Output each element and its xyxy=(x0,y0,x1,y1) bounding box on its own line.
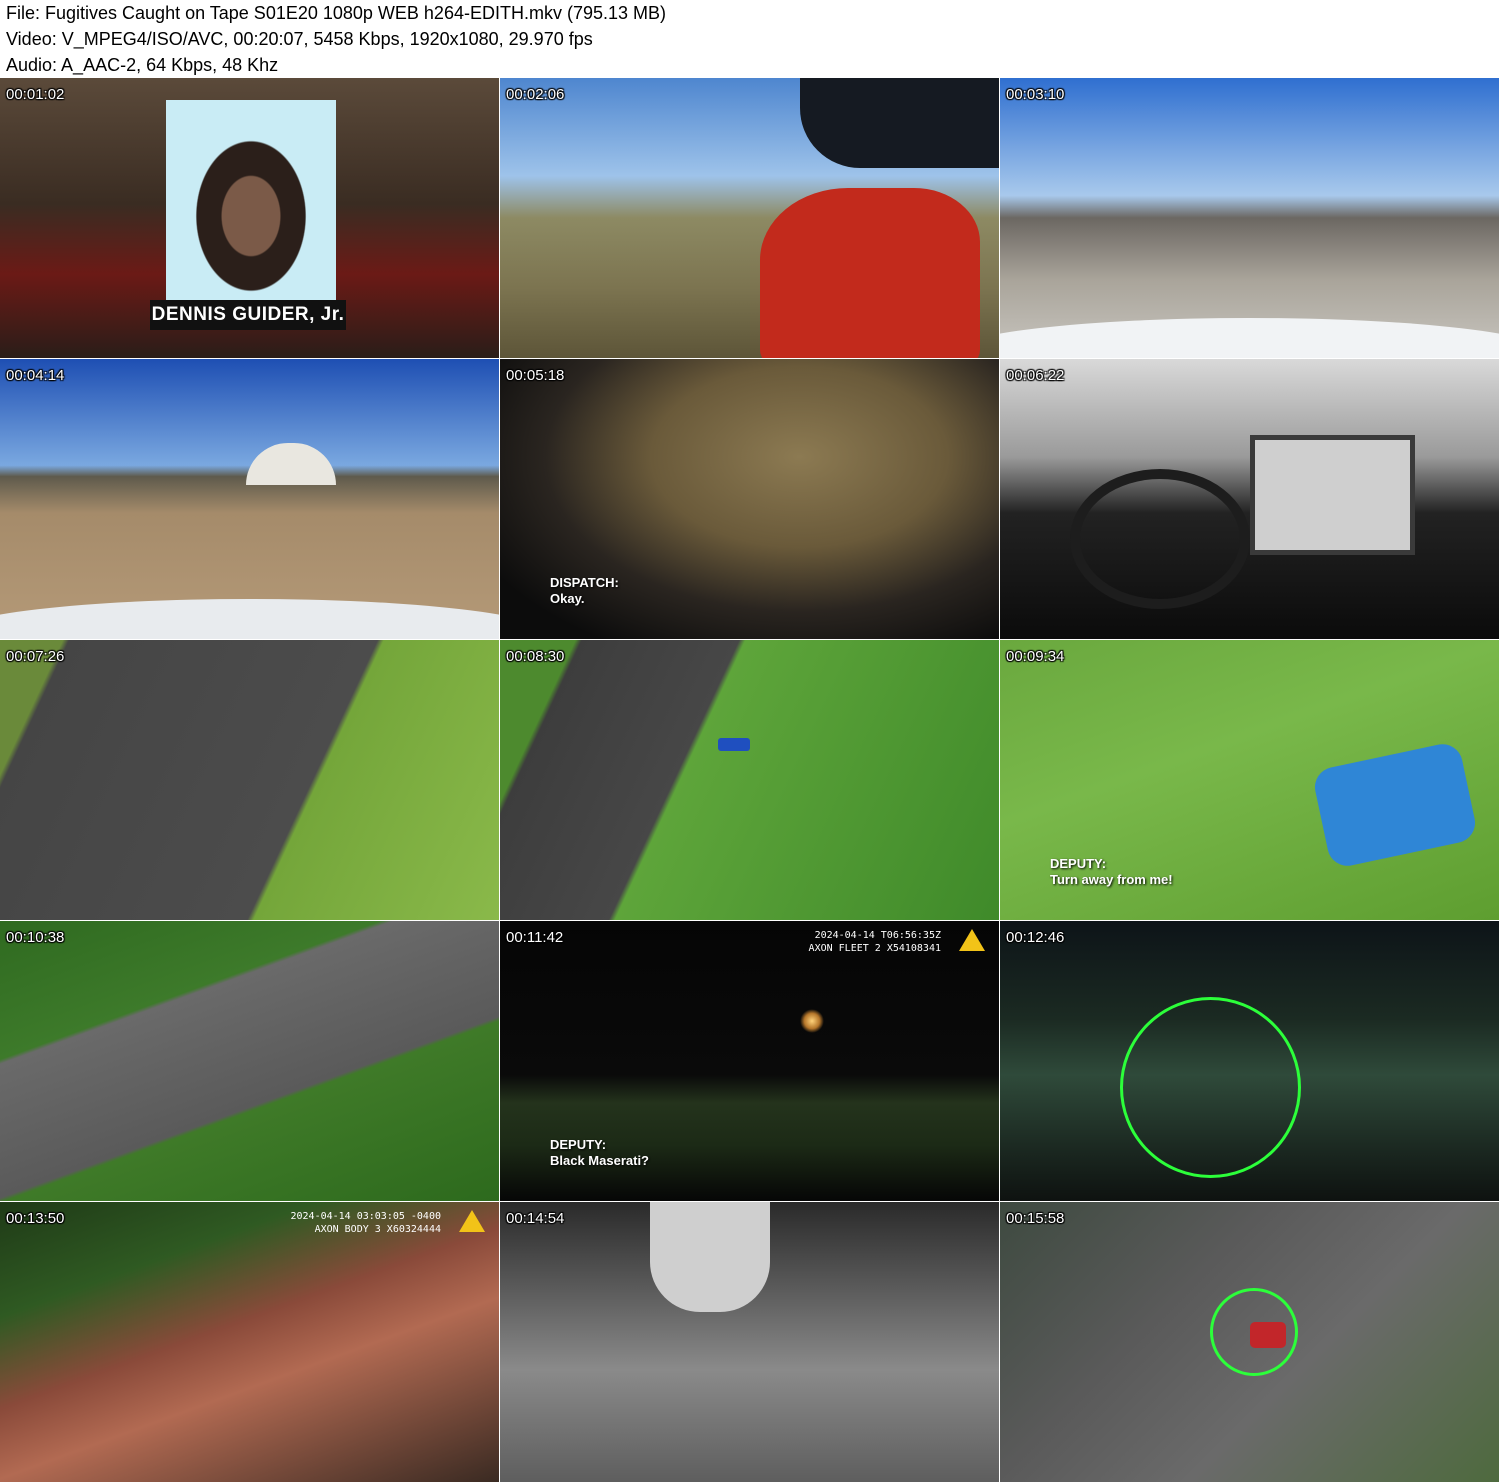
thumbnail-5: 00:05:18 DISPATCH: Okay. xyxy=(500,359,1000,640)
thumbnail-2: 00:02:06 xyxy=(500,78,1000,359)
thumbnail-8: 00:08:30 xyxy=(500,640,1000,921)
arm-shape xyxy=(800,78,999,168)
aerial-hud-overlay xyxy=(500,640,999,920)
stamp-device: AXON FLEET 2 X54108341 xyxy=(808,943,941,954)
timestamp: 00:12:46 xyxy=(1006,929,1065,946)
tire-shape xyxy=(650,1202,770,1312)
timestamp: 00:07:26 xyxy=(6,648,65,665)
stamp-datetime: 2024-04-14 03:03:05 -0400 xyxy=(290,1211,441,1222)
vehicle-hood xyxy=(1000,318,1499,358)
file-name-line: File: Fugitives Caught on Tape S01E20 10… xyxy=(6,3,666,23)
thumbnail-12: 00:12:46 xyxy=(1000,921,1500,1202)
timestamp: 00:14:54 xyxy=(506,1210,565,1227)
timestamp: 00:01:02 xyxy=(6,86,65,103)
thumbnail-10: 00:10:38 xyxy=(0,921,500,1202)
axon-camera-stamp: 2024-04-14 03:03:05 -0400 AXON BODY 3 X6… xyxy=(290,1210,441,1236)
aerial-hud-overlay xyxy=(0,640,499,920)
aerial-hud-overlay xyxy=(0,921,499,1201)
timestamp: 00:13:50 xyxy=(6,1210,65,1227)
steering-wheel-shape xyxy=(1070,469,1250,609)
stamp-datetime: 2024-04-14 T06:56:35Z xyxy=(814,930,941,941)
thumbnail-11: 00:11:42 2024-04-14 T06:56:35Z AXON FLEE… xyxy=(500,921,1000,1202)
video-info-line: Video: V_MPEG4/ISO/AVC, 00:20:07, 5458 K… xyxy=(6,29,593,49)
thumbnail-14: 00:14:54 xyxy=(500,1202,1000,1483)
target-reticle-icon xyxy=(1120,997,1301,1178)
street-light-glow xyxy=(800,1009,824,1033)
axon-camera-stamp: 2024-04-14 T06:56:35Z AXON FLEET 2 X5410… xyxy=(809,929,941,955)
thumbnail-13: 00:13:50 2024-04-14 03:03:05 -0400 AXON … xyxy=(0,1202,500,1483)
thumbnail-4: 00:04:14 xyxy=(0,359,500,640)
caption-speaker: DISPATCH: xyxy=(550,575,619,590)
timestamp: 00:03:10 xyxy=(1006,86,1065,103)
axon-logo-icon xyxy=(459,1210,485,1232)
subtitle-caption: DEPUTY: Turn away from me! xyxy=(1050,856,1173,888)
subtitle-caption: DISPATCH: Okay. xyxy=(550,575,619,607)
timestamp: 00:11:42 xyxy=(506,929,564,946)
thumbnail-grid: 00:01:02 DENNIS GUIDER, Jr. 00:02:06 00:… xyxy=(0,78,1500,1483)
white-dome-structure xyxy=(246,443,336,485)
timestamp: 00:05:18 xyxy=(506,367,565,384)
axon-logo-icon xyxy=(959,929,985,951)
nameplate: DENNIS GUIDER, Jr. xyxy=(150,300,346,330)
timestamp: 00:15:58 xyxy=(1006,1210,1065,1227)
caption-speaker: DEPUTY: xyxy=(550,1137,607,1152)
caption-text: Turn away from me! xyxy=(1050,872,1173,887)
thumbnail-6: 00:06:22 xyxy=(1000,359,1500,640)
subtitle-caption: DEPUTY: Black Maserati? xyxy=(550,1137,649,1169)
red-car-shape xyxy=(1250,1322,1286,1348)
blue-car-shape xyxy=(1311,740,1479,870)
thumbnail-1: 00:01:02 DENNIS GUIDER, Jr. xyxy=(0,78,500,359)
timestamp: 00:08:30 xyxy=(506,648,565,665)
caption-text: Okay. xyxy=(550,591,585,606)
laptop-shape xyxy=(1250,435,1415,555)
thumbnail-15: 00:15:58 xyxy=(1000,1202,1500,1483)
timestamp: 00:04:14 xyxy=(6,367,65,384)
caption-speaker: DEPUTY: xyxy=(1050,856,1107,871)
vehicle-hood xyxy=(0,599,499,639)
mugshot-photo xyxy=(166,100,336,300)
timestamp: 00:10:38 xyxy=(6,929,65,946)
stamp-device: AXON BODY 3 X60324444 xyxy=(314,1224,441,1235)
audio-info-line: Audio: A_AAC-2, 64 Kbps, 48 Khz xyxy=(6,55,279,75)
thumbnail-3: 00:03:10 xyxy=(1000,78,1500,359)
file-info-header: File: Fugitives Caught on Tape S01E20 10… xyxy=(0,0,1500,78)
red-car-shape xyxy=(760,188,980,358)
thumbnail-9: 00:09:34 DEPUTY: Turn away from me! xyxy=(1000,640,1500,921)
timestamp: 00:06:22 xyxy=(1006,367,1065,384)
blue-vehicle-shape xyxy=(718,738,750,751)
caption-text: Black Maserati? xyxy=(550,1153,649,1168)
thumbnail-7: 00:07:26 xyxy=(0,640,500,921)
timestamp: 00:02:06 xyxy=(506,86,565,103)
timestamp: 00:09:34 xyxy=(1006,648,1065,665)
